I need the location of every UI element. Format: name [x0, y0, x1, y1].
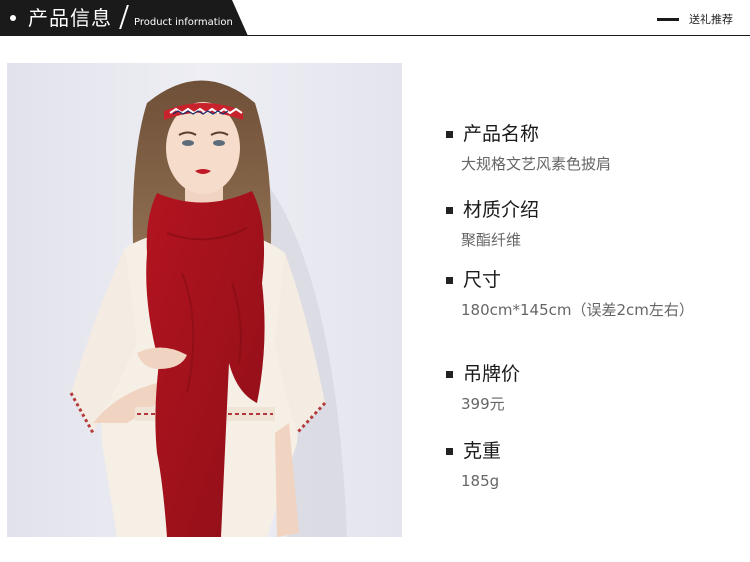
- model-illustration: [7, 63, 402, 537]
- info-label: 克重: [463, 440, 502, 462]
- product-photo: [7, 63, 402, 537]
- info-value: 聚酯纤维: [461, 231, 522, 249]
- square-bullet-icon: [446, 371, 453, 378]
- info-label: 材质介绍: [463, 199, 540, 221]
- info-value: 399元: [461, 395, 505, 413]
- square-bullet-icon: [446, 131, 453, 138]
- square-bullet-icon: [446, 207, 453, 214]
- dash-icon: [657, 18, 679, 21]
- square-bullet-icon: [446, 448, 453, 455]
- info-label: 尺寸: [463, 269, 502, 291]
- info-value: 180cm*145cm（误差2cm左右）: [461, 301, 694, 319]
- header-rule: [0, 35, 750, 36]
- section-subtitle: Product information: [134, 17, 233, 28]
- info-label: 产品名称: [463, 123, 540, 145]
- section-title: 产品信息: [28, 6, 112, 30]
- gift-recommend-link[interactable]: 送礼推荐: [689, 12, 733, 28]
- info-value: 185g: [461, 472, 500, 490]
- bullet-dot-icon: [10, 15, 16, 21]
- info-value: 大规格文艺风素色披肩: [461, 155, 612, 173]
- square-bullet-icon: [446, 277, 453, 284]
- section-header: 产品信息 Product information 送礼推荐: [0, 0, 750, 36]
- info-label: 吊牌价: [463, 363, 521, 385]
